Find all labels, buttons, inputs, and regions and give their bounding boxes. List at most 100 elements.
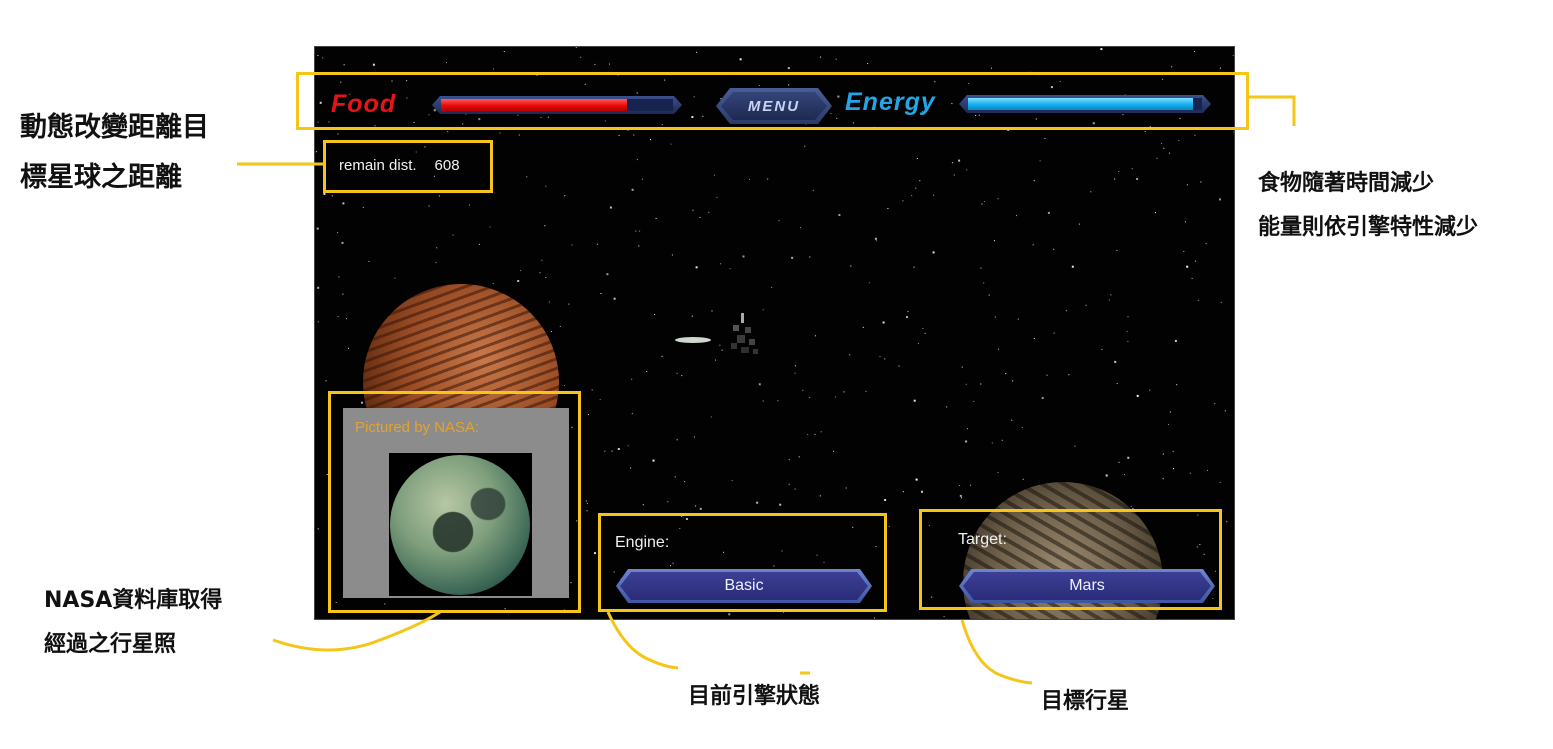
star [692,209,694,211]
star [1011,419,1013,421]
star [731,480,733,482]
star [317,286,320,289]
star [1171,66,1173,68]
star [711,310,713,312]
star [346,318,347,320]
star [368,261,370,262]
star [983,282,985,284]
star [1021,427,1023,428]
star [1219,481,1221,483]
star [961,366,963,368]
star [788,483,790,485]
nasa-highlight-box [328,391,581,613]
star [814,335,816,337]
star [618,134,620,136]
star [591,389,593,391]
star [850,265,852,267]
star [503,51,505,52]
star [932,251,935,254]
star [1149,389,1151,391]
star [670,143,672,145]
distance-note: 動態改變距離目 標星球之距離 [20,103,209,203]
star [965,440,968,443]
star [316,227,319,230]
star [1191,277,1193,279]
star [1047,211,1050,214]
star [695,266,698,269]
star [428,205,430,207]
star [322,57,324,59]
star [874,237,877,240]
star [518,134,520,136]
star [1127,316,1129,318]
star [1214,403,1216,405]
star [1101,348,1103,350]
star [1169,411,1171,413]
star [998,348,999,350]
star [317,163,319,165]
star [1136,178,1139,180]
star [571,244,573,246]
resources-note-line-2: 能量則依引擎特性減少 [1258,215,1479,240]
star [1071,265,1074,268]
star [749,178,750,180]
star [1116,383,1118,384]
star [1224,410,1226,412]
star [865,390,867,392]
star [994,316,996,318]
star [1053,332,1055,334]
star [814,433,816,435]
star [372,63,375,66]
star [943,616,945,618]
star [1118,461,1120,463]
star [671,254,673,256]
star [362,206,364,208]
star [586,510,588,512]
star [988,294,990,296]
star [1172,450,1174,452]
star [1195,260,1196,262]
star [771,286,773,288]
star [833,450,835,452]
star [795,365,796,367]
star [341,241,344,244]
star [520,270,522,272]
star [708,211,710,213]
star [809,397,811,398]
star [586,502,588,504]
star [973,400,975,402]
star [915,478,918,481]
star [317,55,319,56]
star [585,500,587,502]
spaceship-sprite [675,313,758,354]
star [1108,299,1110,301]
star [739,58,742,61]
star [1186,265,1189,268]
star [446,62,447,64]
star [1178,140,1180,142]
star [884,358,886,360]
star [997,471,999,473]
star [756,501,759,504]
star [1005,373,1007,375]
star [762,309,764,311]
star [337,133,339,135]
star [834,396,836,398]
engine-highlight-box [598,513,887,612]
star [1118,171,1120,172]
star [778,220,780,222]
star [594,63,596,65]
star [545,185,547,187]
star [809,256,811,258]
star [1136,394,1139,397]
nasa-note-line-1: NASA資料庫取得 [44,588,223,613]
star [921,490,923,493]
star [777,400,779,402]
star [1046,374,1048,376]
star [548,301,550,303]
star [967,428,968,430]
star [1130,506,1132,507]
star [783,612,785,614]
star [991,67,992,69]
star [1163,147,1165,149]
